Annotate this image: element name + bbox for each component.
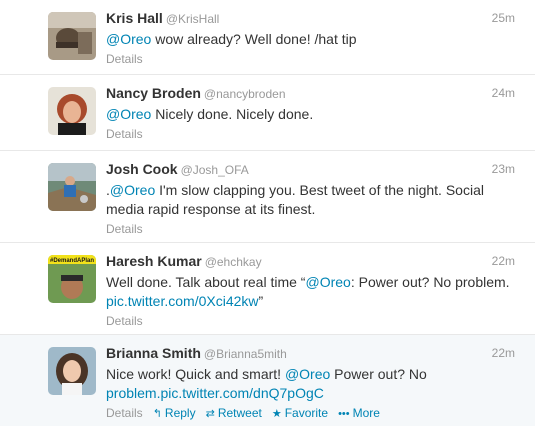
tweet-header: Kris Hall @KrisHall 25m	[106, 10, 515, 27]
tweet-text: Nice work! Quick and smart! @Oreo Power …	[106, 365, 515, 403]
tweet-timestamp[interactable]: 24m	[492, 85, 515, 102]
tweet-item[interactable]: Brianna Smith @Brianna5mith 22m Nice work…	[0, 335, 535, 426]
details-link[interactable]: Details	[106, 127, 143, 141]
tweet-actions: Details	[106, 126, 515, 142]
tweet-actions: Details	[106, 221, 515, 237]
tweet-text-segment: : Power out? No problem.	[350, 274, 510, 290]
pic-link[interactable]: pic.twitter.com/0Xci42kw	[106, 293, 259, 309]
tweet-username[interactable]: @KrisHall	[166, 12, 220, 26]
mention-link[interactable]: @Oreo	[285, 366, 330, 382]
tweet-text-segment: I'm slow clapping you. Best tweet of the…	[106, 182, 484, 217]
avatar-caption: #DemandAPlan	[50, 258, 94, 264]
tweet-username[interactable]: @Josh_OFA	[181, 163, 249, 177]
tweet-item[interactable]: Nancy Broden @nancybroden 24m @Oreo Nicel…	[0, 75, 535, 151]
retweet-button[interactable]: ⇄ Retweet	[206, 406, 262, 420]
reply-icon: ↰	[152, 408, 162, 420]
tweet-username[interactable]: @Brianna5mith	[204, 347, 287, 361]
avatar[interactable]	[48, 87, 96, 135]
details-link[interactable]: Details	[106, 222, 143, 236]
tweet-text: @Oreo Nicely done. Nicely done.	[106, 105, 515, 124]
tweet-timestamp[interactable]: 22m	[492, 345, 515, 362]
details-link[interactable]: Details	[106, 406, 143, 420]
avatar[interactable]	[48, 163, 96, 211]
avatar[interactable]: #DemandAPlan	[48, 255, 96, 303]
tweet-text: .@Oreo I'm slow clapping you. Best tweet…	[106, 181, 515, 219]
tweet-timestamp[interactable]: 22m	[492, 253, 515, 270]
tweet-text-segment: Power out? No	[330, 366, 427, 382]
more-icon: •••	[338, 408, 350, 420]
reply-label: Reply	[164, 406, 196, 420]
tweet-fullname[interactable]: Haresh Kumar	[106, 253, 202, 269]
tweet-timeline: Kris Hall @KrisHall 25m @Oreo wow already…	[0, 0, 535, 426]
tweet-actions: Details	[106, 51, 515, 67]
avatar[interactable]	[48, 12, 96, 60]
star-icon: ★	[271, 408, 282, 420]
tweet-text-segment: Well done. Talk about real time “	[106, 274, 306, 290]
tweet-actions: Details ↰ Reply ⇄ Retweet ★ Favorite ••• More	[106, 405, 515, 422]
tweet-header: Brianna Smith @Brianna5mith 22m	[106, 345, 515, 362]
pic-link[interactable]: problem.pic.twitter.com/dnQ7pOgC	[106, 385, 324, 401]
more-button[interactable]: ••• More	[338, 406, 380, 420]
mention-link[interactable]: @Oreo	[106, 106, 151, 122]
tweet-text-segment: ”	[258, 293, 264, 309]
tweet-timestamp[interactable]: 23m	[492, 161, 515, 178]
tweet-username[interactable]: @nancybroden	[204, 87, 286, 101]
tweet-username[interactable]: @ehchkay	[205, 255, 262, 269]
tweet-header: Nancy Broden @nancybroden 24m	[106, 85, 515, 102]
tweet-header: Josh Cook @Josh_OFA 23m	[106, 161, 515, 178]
mention-link[interactable]: @Oreo	[110, 182, 155, 198]
favorite-button[interactable]: ★ Favorite	[272, 406, 328, 420]
tweet-text-segment: wow already? Well done! /hat tip	[151, 31, 357, 47]
tweet-fullname[interactable]: Nancy Broden	[106, 85, 201, 101]
tweet-item[interactable]: Josh Cook @Josh_OFA 23m .@Oreo I'm slow c…	[0, 151, 535, 243]
tweet-actions: Details	[106, 313, 515, 329]
more-label: More	[352, 406, 380, 420]
tweet-item[interactable]: #DemandAPlan Haresh Kumar @ehchkay 22m We…	[0, 243, 535, 335]
reply-button[interactable]: ↰ Reply	[153, 406, 196, 420]
tweet-timestamp[interactable]: 25m	[492, 10, 515, 27]
tweet-text-segment: Nicely done. Nicely done.	[151, 106, 314, 122]
tweet-fullname[interactable]: Kris Hall	[106, 10, 163, 26]
tweet-text-segment: Nice work! Quick and smart!	[106, 366, 285, 382]
favorite-label: Favorite	[284, 406, 329, 420]
tweet-fullname[interactable]: Josh Cook	[106, 161, 178, 177]
tweet-fullname[interactable]: Brianna Smith	[106, 345, 201, 361]
tweet-text: Well done. Talk about real time “@Oreo: …	[106, 273, 515, 311]
tweet-text: @Oreo wow already? Well done! /hat tip	[106, 30, 515, 49]
details-link[interactable]: Details	[106, 52, 143, 66]
retweet-label: Retweet	[217, 406, 262, 420]
tweet-header: Haresh Kumar @ehchkay 22m	[106, 253, 515, 270]
retweet-icon: ⇄	[205, 408, 215, 420]
mention-link[interactable]: @Oreo	[305, 274, 350, 290]
tweet-item[interactable]: Kris Hall @KrisHall 25m @Oreo wow already…	[0, 0, 535, 75]
mention-link[interactable]: @Oreo	[106, 31, 151, 47]
details-link[interactable]: Details	[106, 314, 143, 328]
avatar[interactable]	[48, 347, 96, 395]
